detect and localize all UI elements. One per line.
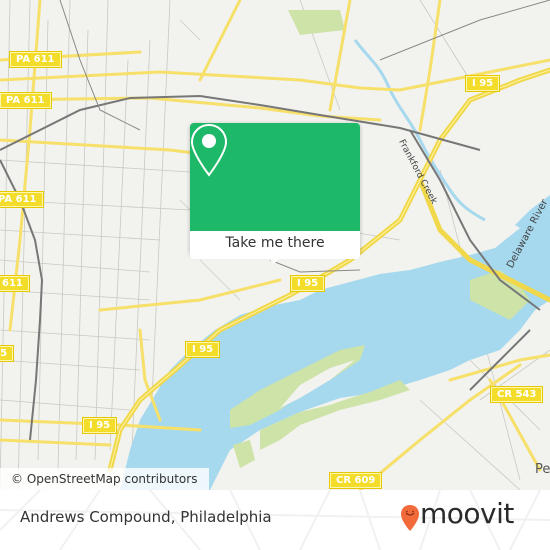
location-pin-icon [190,123,228,177]
highway-shield-i95: I 95 [291,276,325,291]
highway-shield-pa611: PA 611 [0,93,51,108]
highway-shield-pa611: PA 611 [0,192,43,207]
popup-header [190,123,360,231]
highway-shield-611: 611 [0,276,29,291]
highway-shield-cr543: CR 543 [491,387,543,402]
location-popup: Take me there [190,123,360,264]
highway-shield-i95: I 95 [83,418,117,433]
popup-pointer [265,254,283,264]
highway-shield-i95: I 95 [0,346,14,361]
highway-shield-cr609: CR 609 [330,473,382,488]
place-name: Andrews Compound, Philadelphia [20,508,272,526]
footer-bar: Andrews Compound, Philadelphia moovit [0,490,550,550]
highway-shield-i95: I 95 [186,342,220,357]
highway-shield-i95: I 95 [466,76,500,91]
moovit-pin-icon [401,505,419,531]
pennsauken-label: Pe [535,462,550,477]
map-view[interactable]: PA 611 PA 611 PA 611 611 I 95 I 95 I 95 … [0,0,550,490]
moovit-wordmark: moovit [420,497,514,530]
highway-shield-pa611: PA 611 [10,52,61,67]
map-attribution[interactable]: © OpenStreetMap contributors [0,468,210,490]
